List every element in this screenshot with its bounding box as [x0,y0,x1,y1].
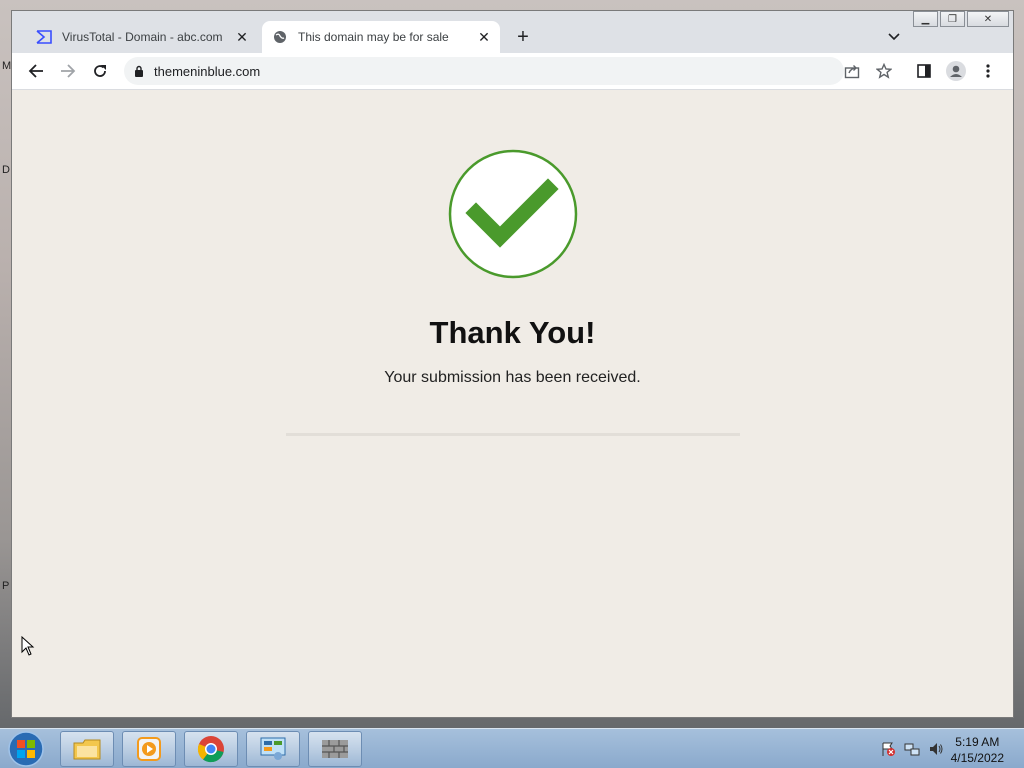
window-close-icon[interactable]: ✕ [967,11,1009,27]
clock-time: 5:19 AM [955,735,1000,749]
network-icon[interactable] [904,741,920,757]
virustotal-icon [36,29,52,45]
tab-search-chevron-icon[interactable] [884,27,904,47]
close-tab-icon[interactable]: ✕ [474,27,494,47]
taskbar: 5:19 AM 4/15/2022 [0,728,1024,768]
menu-kebab-icon[interactable] [976,59,1000,83]
browser-window: VirusTotal - Domain - abc.com ✕ This dom… [11,10,1014,718]
tab-domain-for-sale[interactable]: This domain may be for sale ✕ [262,21,500,53]
desktop-label-m: M [2,60,12,72]
tab-virustotal[interactable]: VirusTotal - Domain - abc.com ✕ [26,21,258,53]
profile-avatar-icon[interactable] [944,59,968,83]
volume-icon[interactable] [928,741,944,757]
url-text: themeninblue.com [154,63,261,79]
control-panel-icon[interactable] [246,731,300,767]
side-panel-icon[interactable] [912,59,936,83]
media-player-icon[interactable] [122,731,176,767]
lock-icon [134,65,144,77]
reload-icon[interactable] [88,59,112,83]
mouse-pointer-icon [21,636,35,656]
back-arrow-icon[interactable] [24,59,48,83]
tab-title: VirusTotal - Domain - abc.com [62,30,223,44]
checkmark-circle-icon [448,149,578,279]
browser-toolbar: themeninblue.com [12,53,1013,90]
firewall-icon[interactable] [308,731,362,767]
minimize-icon[interactable]: ▁ [913,11,938,27]
system-tray [880,741,944,757]
start-button-icon[interactable] [6,730,46,768]
desktop-label-p: P [2,580,10,592]
window-controls: ▁ ❐ ✕ [911,11,1009,29]
tab-strip: VirusTotal - Domain - abc.com ✕ This dom… [12,11,1013,53]
action-center-flag-icon[interactable] [880,741,896,757]
restore-icon[interactable]: ❐ [940,11,965,27]
desktop-label-d: D [2,164,10,176]
taskbar-clock[interactable]: 5:19 AM 4/15/2022 [951,734,1004,766]
new-tab-icon[interactable]: + [512,26,534,48]
tab-title: This domain may be for sale [298,30,449,44]
close-tab-icon[interactable]: ✕ [232,27,252,47]
clock-date: 4/15/2022 [950,751,1004,765]
forward-arrow-icon[interactable] [56,59,80,83]
divider [286,433,740,436]
address-bar[interactable]: themeninblue.com [124,57,844,85]
file-explorer-icon[interactable] [60,731,114,767]
thank-you-heading: Thank You! [429,315,596,350]
globe-icon [272,29,288,45]
bookmark-star-icon[interactable] [872,59,896,83]
page-content: Thank You! Your submission has been rece… [12,90,1013,717]
share-icon[interactable] [840,59,864,83]
submission-message: Your submission has been received. [384,369,641,386]
chrome-icon[interactable] [184,731,238,767]
